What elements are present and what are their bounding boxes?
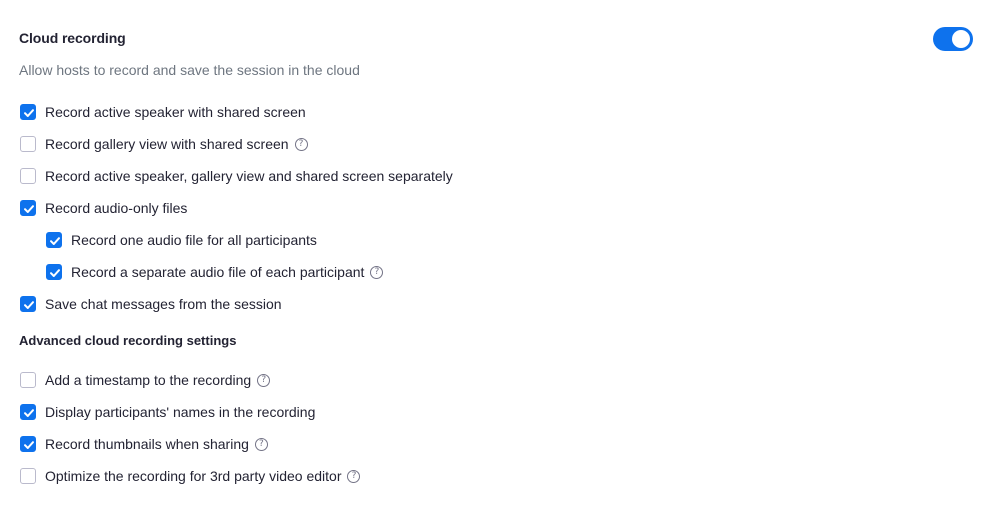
help-icon[interactable]: ? xyxy=(370,265,384,279)
option-thumbnails[interactable]: Record thumbnails when sharing ? xyxy=(20,434,268,454)
help-icon[interactable]: ? xyxy=(347,469,361,483)
checkbox-audio-only[interactable] xyxy=(20,200,36,216)
checkbox-participant-names[interactable] xyxy=(20,404,36,420)
checkbox-thumbnails[interactable] xyxy=(20,436,36,452)
option-gallery-view[interactable]: Record gallery view with shared screen ? xyxy=(20,134,308,154)
option-participant-names[interactable]: Display participants' names in the recor… xyxy=(20,402,315,422)
checkmark-icon xyxy=(24,109,34,117)
option-label: Record active speaker with shared screen xyxy=(45,104,306,120)
checkbox-one-audio-file[interactable] xyxy=(46,232,62,248)
toggle-knob xyxy=(952,30,970,48)
checkbox-chat-messages[interactable] xyxy=(20,296,36,312)
checkmark-icon xyxy=(24,301,34,309)
checkbox-active-speaker[interactable] xyxy=(20,104,36,120)
option-label: Record thumbnails when sharing xyxy=(45,436,249,452)
checkmark-icon xyxy=(24,409,34,417)
option-separately[interactable]: Record active speaker, gallery view and … xyxy=(20,166,453,186)
help-icon[interactable]: ? xyxy=(254,437,268,451)
option-label: Record active speaker, gallery view and … xyxy=(45,168,453,184)
option-label: Record audio-only files xyxy=(45,200,188,216)
checkmark-icon xyxy=(24,205,34,213)
option-timestamp[interactable]: Add a timestamp to the recording ? xyxy=(20,370,271,390)
checkbox-separate-audio-file[interactable] xyxy=(46,264,62,280)
option-label: Save chat messages from the session xyxy=(45,296,282,312)
option-label: Display participants' names in the recor… xyxy=(45,404,316,420)
checkbox-gallery-view[interactable] xyxy=(20,136,36,152)
checkbox-timestamp[interactable] xyxy=(20,372,36,388)
checkbox-separately[interactable] xyxy=(20,168,36,184)
checkmark-icon xyxy=(24,441,34,449)
advanced-section-title: Advanced cloud recording settings xyxy=(19,333,237,348)
option-optimize-editor[interactable]: Optimize the recording for 3rd party vid… xyxy=(20,466,361,486)
option-audio-only[interactable]: Record audio-only files xyxy=(20,198,187,218)
help-icon[interactable]: ? xyxy=(294,137,308,151)
setting-title: Cloud recording xyxy=(19,30,126,46)
checkmark-icon xyxy=(50,237,60,245)
setting-description: Allow hosts to record and save the sessi… xyxy=(19,62,360,78)
option-label: Optimize the recording for 3rd party vid… xyxy=(45,468,342,484)
cloud-recording-toggle[interactable] xyxy=(933,27,973,51)
option-separate-audio-file[interactable]: Record a separate audio file of each par… xyxy=(46,262,384,282)
option-chat-messages[interactable]: Save chat messages from the session xyxy=(20,294,282,314)
checkbox-optimize-editor[interactable] xyxy=(20,468,36,484)
option-label: Record a separate audio file of each par… xyxy=(71,264,365,280)
option-label: Add a timestamp to the recording xyxy=(45,372,252,388)
help-icon[interactable]: ? xyxy=(257,373,271,387)
option-one-audio-file[interactable]: Record one audio file for all participan… xyxy=(46,230,317,250)
option-label: Record gallery view with shared screen xyxy=(45,136,289,152)
option-label: Record one audio file for all participan… xyxy=(71,232,317,248)
cloud-recording-settings: Cloud recording Allow hosts to record an… xyxy=(0,0,1005,513)
checkmark-icon xyxy=(50,269,60,277)
option-active-speaker[interactable]: Record active speaker with shared screen xyxy=(20,102,306,122)
